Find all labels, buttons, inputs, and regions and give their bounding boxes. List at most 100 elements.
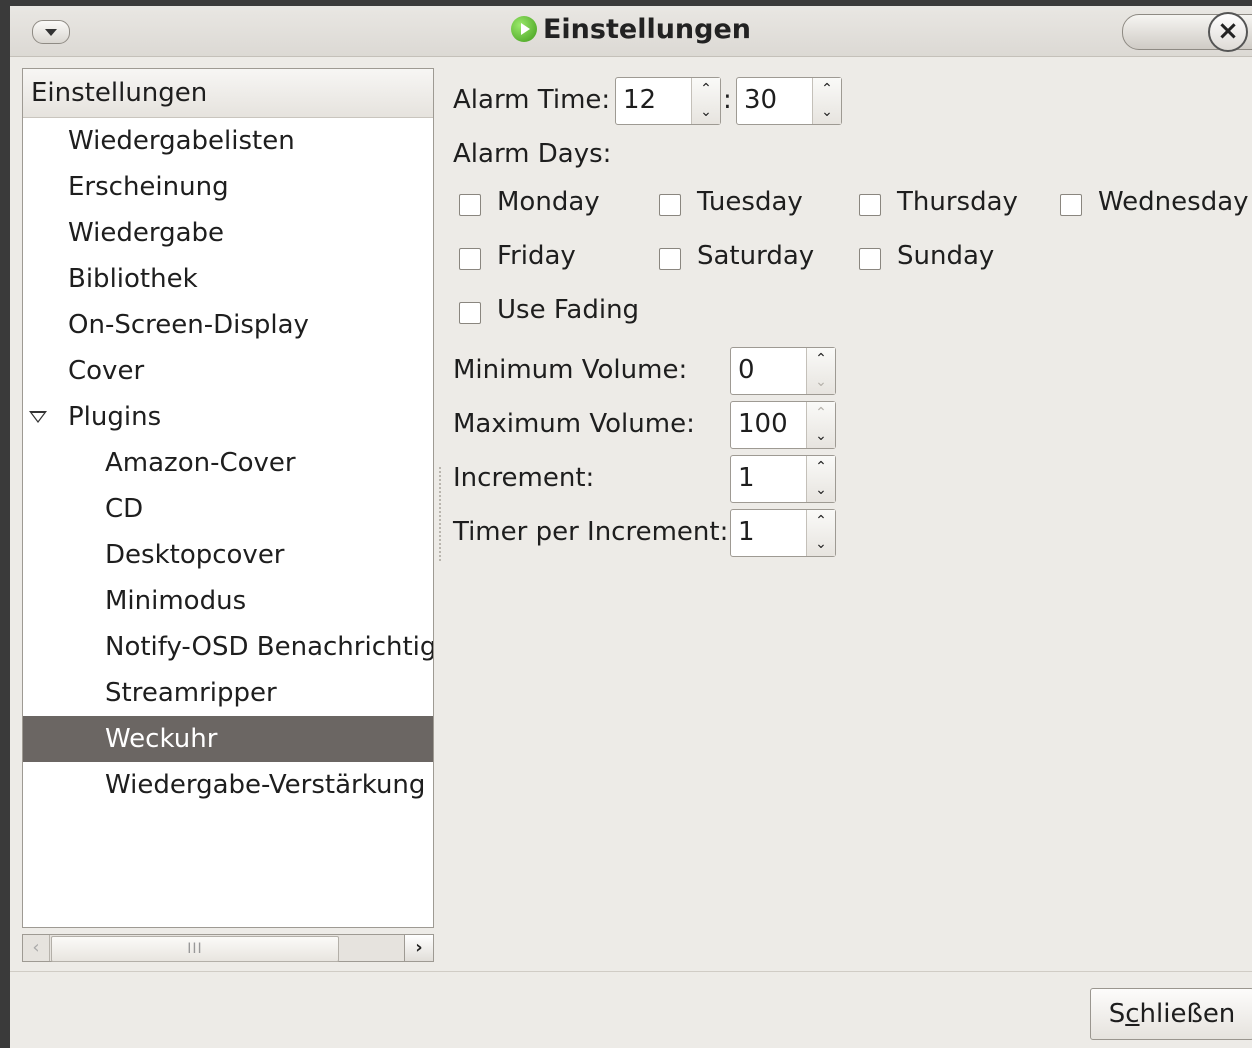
tree-item-label: Bibliothek (68, 264, 198, 294)
increase-button[interactable]: ⌃ (807, 402, 835, 425)
maximum-volume-label: Maximum Volume: (453, 409, 695, 439)
friday-label[interactable]: Friday (497, 240, 576, 272)
decrease-button[interactable]: ⌄ (692, 101, 720, 124)
increase-button[interactable]: ⌃ (807, 348, 835, 371)
wednesday-checkbox[interactable] (1060, 194, 1082, 216)
tree-item-label: On-Screen-Display (68, 310, 309, 340)
minimum-volume-spinbox[interactable]: 0 ⌃ ⌄ (730, 347, 836, 395)
timer-per-increment-label: Timer per Increment: (453, 517, 729, 547)
footer-separator (10, 971, 1252, 972)
close-window-button[interactable]: × (1208, 12, 1248, 52)
title-bar: Einstellungen × (10, 6, 1252, 57)
sunday-label[interactable]: Sunday (897, 240, 994, 272)
tree-item-bibliothek[interactable]: Bibliothek (23, 256, 433, 302)
minimum-volume-value: 0 (738, 355, 755, 385)
tree-item-label: Erscheinung (68, 172, 229, 202)
window-title-wrap: Einstellungen (10, 13, 1252, 47)
increase-button[interactable]: ⌃ (692, 78, 720, 101)
tree-item-label: Wiedergabe (68, 218, 225, 248)
increase-button[interactable]: ⌃ (807, 456, 835, 479)
tree-item-on-screen-display[interactable]: On-Screen-Display (23, 302, 433, 348)
close-button[interactable]: Schließen (1090, 988, 1252, 1040)
tuesday-label[interactable]: Tuesday (697, 186, 803, 218)
increase-button[interactable]: ⌃ (813, 78, 841, 101)
tree-item-wiedergabelisten[interactable]: Wiedergabelisten (23, 118, 433, 164)
close-button-mnemonic: c (1125, 999, 1140, 1029)
monday-label[interactable]: Monday (497, 186, 600, 218)
tree-item-label: Wiedergabe-Verstärkung (105, 770, 426, 800)
timer-per-increment-spinbox[interactable]: 1 ⌃ ⌄ (730, 509, 836, 557)
increment-value: 1 (738, 463, 755, 493)
tree-item-label: Wiedergabelisten (68, 126, 295, 156)
maximum-volume-spinbox[interactable]: 100 ⌃ ⌄ (730, 401, 836, 449)
alarm-minute-spinbox[interactable]: 30 ⌃ ⌄ (736, 77, 842, 125)
tree-item-label: CD (105, 494, 144, 524)
increase-button[interactable]: ⌃ (807, 510, 835, 533)
use-fading-label[interactable]: Use Fading (497, 294, 639, 326)
tree-item-label: Notify-OSD Benachrichtigungen (105, 632, 433, 662)
tree-item-label: Streamripper (105, 678, 277, 708)
alarm-minute-value: 30 (744, 85, 778, 115)
thursday-checkbox[interactable] (859, 194, 881, 216)
decrease-button[interactable]: ⌄ (807, 371, 835, 394)
alarm-hour-value: 12 (623, 85, 657, 115)
spin-arrows: ⌃ ⌄ (806, 510, 835, 556)
close-button-label-start: S (1108, 999, 1126, 1029)
scroll-right-button[interactable]: › (404, 935, 433, 961)
wednesday-label[interactable]: Wednesday (1098, 186, 1249, 218)
maximum-volume-value: 100 (738, 409, 788, 439)
tree-item-label: Weckuhr (105, 724, 218, 754)
tree-item-label: Amazon-Cover (105, 448, 296, 478)
expander-triangle-icon[interactable] (29, 411, 47, 423)
spin-arrows: ⌃ ⌄ (691, 78, 720, 124)
spin-arrows: ⌃ ⌄ (806, 348, 835, 394)
tree-item-notify-osd-benachrichtigungen[interactable]: Notify-OSD Benachrichtigungen (23, 624, 433, 670)
saturday-checkbox[interactable] (659, 248, 681, 270)
decrease-button[interactable]: ⌄ (807, 533, 835, 556)
tree-item-cd[interactable]: CD (23, 486, 433, 532)
alarm-hour-spinbox[interactable]: 12 ⌃ ⌄ (615, 77, 721, 125)
tuesday-checkbox[interactable] (659, 194, 681, 216)
tree-column-header[interactable]: Einstellungen (23, 69, 433, 118)
friday-checkbox[interactable] (459, 248, 481, 270)
close-button-label-end: hließen (1139, 999, 1236, 1029)
tree-item-streamripper[interactable]: Streamripper (23, 670, 433, 716)
increment-label: Increment: (453, 463, 595, 493)
tree-item-amazon-cover[interactable]: Amazon-Cover (23, 440, 433, 486)
timer-per-increment-value: 1 (738, 517, 755, 547)
decrease-button[interactable]: ⌄ (807, 479, 835, 502)
scroll-left-button[interactable]: ‹ (23, 935, 50, 961)
time-separator: : (723, 85, 732, 115)
scrollbar-thumb[interactable]: III (51, 936, 339, 962)
tree-item-wiedergabe[interactable]: Wiedergabe (23, 210, 433, 256)
tree-item-erscheinung[interactable]: Erscheinung (23, 164, 433, 210)
spin-arrows: ⌃ ⌄ (806, 456, 835, 502)
sunday-checkbox[interactable] (859, 248, 881, 270)
tree-item-weckuhr[interactable]: Weckuhr (23, 716, 433, 762)
decrease-button[interactable]: ⌄ (807, 425, 835, 448)
window-title: Einstellungen (542, 14, 752, 45)
minimum-volume-label: Minimum Volume: (453, 355, 688, 385)
saturday-label[interactable]: Saturday (697, 240, 814, 272)
tree-rows: Wiedergabelisten Erscheinung Wiedergabe Bib… (23, 118, 433, 808)
tree-item-desktopcover[interactable]: Desktopcover (23, 532, 433, 578)
tree-item-label: Plugins (68, 402, 162, 432)
increment-spinbox[interactable]: 1 ⌃ ⌄ (730, 455, 836, 503)
spin-arrows: ⌃ ⌄ (806, 402, 835, 448)
tree-item-minimodus[interactable]: Minimodus (23, 578, 433, 624)
decrease-button[interactable]: ⌄ (813, 101, 841, 124)
thursday-label[interactable]: Thursday (897, 186, 1018, 218)
use-fading-checkbox[interactable] (459, 302, 481, 324)
tree-item-plugins[interactable]: Plugins (23, 394, 433, 440)
tree-item-cover[interactable]: Cover (23, 348, 433, 394)
play-circle-icon (510, 16, 537, 42)
pane-resize-handle[interactable] (438, 466, 442, 562)
spin-arrows: ⌃ ⌄ (812, 78, 841, 124)
tree-item-wiedergabe-verst-rkung[interactable]: Wiedergabe-Verstärkung (23, 762, 433, 808)
tree-horizontal-scrollbar[interactable]: ‹ III › (22, 934, 434, 962)
tree-item-label: Desktopcover (105, 540, 285, 570)
tree-item-label: Cover (68, 356, 145, 386)
monday-checkbox[interactable] (459, 194, 481, 216)
preferences-window: Einstellungen × Einstellungen Wiedergabe… (10, 6, 1252, 1048)
alarm-days-label: Alarm Days: (453, 139, 612, 169)
